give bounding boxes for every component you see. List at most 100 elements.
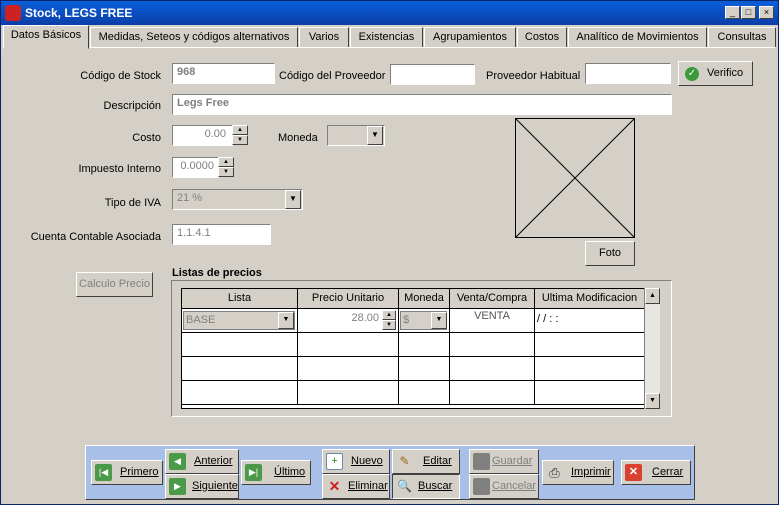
table-cell[interactable]	[535, 357, 645, 381]
buscar-button[interactable]: 🔍 Buscar	[392, 474, 460, 499]
save-icon	[473, 453, 490, 470]
cuenta-label: Cuenta Contable Asociada	[30, 231, 161, 243]
siguiente-button[interactable]: ▶ Siguiente	[165, 474, 239, 499]
ultimo-label: Último	[274, 466, 306, 478]
listas-precios-title: Listas de precios	[172, 267, 262, 279]
codigo-proveedor-field[interactable]	[390, 64, 475, 85]
codigo-stock-field[interactable]: 968	[172, 63, 275, 84]
impuesto-spinner[interactable]: ▲ ▼	[218, 157, 234, 178]
new-record-icon: +	[326, 453, 343, 470]
table-cell[interactable]	[399, 381, 450, 405]
table-cell[interactable]	[450, 381, 535, 405]
primero-label: Primero	[120, 466, 159, 478]
ultima-cell[interactable]: / / : :	[535, 309, 645, 333]
col-header-lista[interactable]: Lista	[182, 289, 298, 309]
proveedor-habitual-label: Proveedor Habitual	[486, 70, 581, 82]
col-header-precio[interactable]: Precio Unitario	[298, 289, 399, 309]
tab-analitico[interactable]: Analítico de Movimientos	[568, 27, 707, 48]
scroll-down-icon[interactable]: ▼	[645, 393, 660, 409]
chevron-down-icon[interactable]: ▼	[278, 312, 294, 329]
price-grid: Lista Precio Unitario Moneda Venta/Compr…	[181, 288, 660, 409]
codigo-stock-label: Código de Stock	[80, 70, 161, 82]
tab-costos[interactable]: Costos	[517, 27, 567, 48]
table-cell[interactable]	[298, 333, 399, 357]
table-cell[interactable]	[450, 357, 535, 381]
foto-button[interactable]: Foto	[585, 241, 635, 266]
table-cell[interactable]	[399, 333, 450, 357]
costo-field[interactable]: 0.00	[172, 125, 233, 146]
guardar-button[interactable]: Guardar	[469, 449, 539, 474]
costo-spinner[interactable]: ▲ ▼	[232, 125, 248, 146]
chevron-down-icon[interactable]: ▼	[431, 312, 447, 329]
tipo-iva-select[interactable]: 21 %	[172, 189, 303, 210]
close-button[interactable]: ×	[759, 6, 774, 19]
table-cell[interactable]	[535, 381, 645, 405]
chevron-down-icon[interactable]: ▼	[367, 126, 383, 145]
imprimir-label: Imprimir	[571, 466, 611, 478]
table-row[interactable]	[182, 333, 298, 357]
chevron-down-icon[interactable]: ▼	[285, 190, 301, 209]
tab-medidas[interactable]: Medidas, Seteos y códigos alternativos	[90, 27, 298, 48]
navigation-toolbar: |◀ Primero ◀ Anterior ▶ Siguiente ▶| Últ…	[85, 445, 695, 500]
tipo-iva-label: Tipo de IVA	[104, 197, 161, 209]
cancel-icon	[473, 478, 490, 495]
table-cell[interactable]	[450, 333, 535, 357]
next-icon: ▶	[169, 478, 186, 495]
cerrar-label: Cerrar	[652, 466, 684, 478]
codigo-proveedor-label: Código del Proveedor	[279, 70, 386, 82]
imprimir-button[interactable]: ⎙ Imprimir	[542, 460, 614, 485]
primero-button[interactable]: |◀ Primero	[91, 460, 163, 485]
scroll-up-icon[interactable]: ▲	[645, 288, 660, 304]
col-header-moneda[interactable]: Moneda	[399, 289, 450, 309]
eliminar-button[interactable]: ✕ Eliminar	[322, 474, 390, 499]
cuenta-field[interactable]: 1.1.4.1	[172, 224, 271, 245]
buscar-label: Buscar	[418, 480, 453, 492]
descripcion-field[interactable]: Legs Free	[172, 94, 672, 115]
moneda-cell-wrap[interactable]: $ ▼	[399, 309, 450, 333]
first-record-icon: |◀	[95, 464, 112, 481]
cancelar-button[interactable]: Cancelar	[469, 474, 539, 499]
cerrar-button[interactable]: ✕ Cerrar	[621, 460, 691, 485]
proveedor-habitual-field[interactable]	[585, 63, 671, 84]
costo-label: Costo	[132, 132, 161, 144]
app-icon	[5, 5, 21, 21]
table-cell[interactable]	[298, 357, 399, 381]
nuevo-button[interactable]: + Nuevo	[322, 449, 390, 474]
venta-cell[interactable]: VENTA	[450, 309, 535, 333]
table-cell[interactable]	[298, 381, 399, 405]
descripcion-label: Descripción	[103, 100, 161, 112]
verifico-button[interactable]: ✓ Verifico	[678, 61, 753, 86]
photo-placeholder	[515, 118, 635, 238]
precio-cell-wrap[interactable]: 28.00 ▲ ▼	[298, 309, 399, 333]
table-row[interactable]	[182, 381, 298, 405]
table-row[interactable]: BASE ▼	[182, 309, 298, 333]
anterior-button[interactable]: ◀ Anterior	[165, 449, 239, 474]
tab-consultas[interactable]: Consultas	[708, 27, 776, 48]
tab-bar: Datos Básicos Medidas, Seteos y códigos …	[1, 25, 778, 49]
tab-agrupamientos[interactable]: Agrupamientos	[424, 27, 516, 48]
col-header-ultima[interactable]: Ultima Modificacion	[535, 289, 645, 309]
tab-datos-basicos[interactable]: Datos Básicos	[3, 25, 89, 49]
impuesto-field[interactable]: 0.0000	[172, 157, 219, 178]
grid-scrollbar[interactable]: ▲ ▼	[644, 288, 660, 409]
precio-spinner[interactable]: ▲ ▼	[382, 310, 396, 331]
editar-button[interactable]: ✎ Editar	[392, 449, 460, 474]
previous-icon: ◀	[169, 453, 186, 470]
check-icon: ✓	[685, 67, 699, 81]
table-cell[interactable]	[535, 333, 645, 357]
tab-varios[interactable]: Varios	[299, 27, 349, 48]
col-header-venta[interactable]: Venta/Compra	[450, 289, 535, 309]
minimize-button[interactable]: _	[725, 6, 740, 19]
cancelar-label: Cancelar	[492, 480, 537, 492]
eliminar-label: Eliminar	[348, 480, 388, 492]
calculo-precio-button[interactable]: Calculo Precio	[76, 272, 153, 297]
table-row[interactable]	[182, 357, 298, 381]
precio-cell[interactable]: 28.00	[298, 312, 379, 324]
app-window: Stock, LEGS FREE _ □ × Datos Básicos Med…	[0, 0, 779, 505]
tab-existencias[interactable]: Existencias	[350, 27, 423, 48]
search-icon: 🔍	[397, 479, 412, 493]
table-cell[interactable]	[399, 357, 450, 381]
anterior-label: Anterior	[194, 455, 233, 467]
maximize-button[interactable]: □	[741, 6, 756, 19]
ultimo-button[interactable]: ▶| Último	[241, 460, 311, 485]
